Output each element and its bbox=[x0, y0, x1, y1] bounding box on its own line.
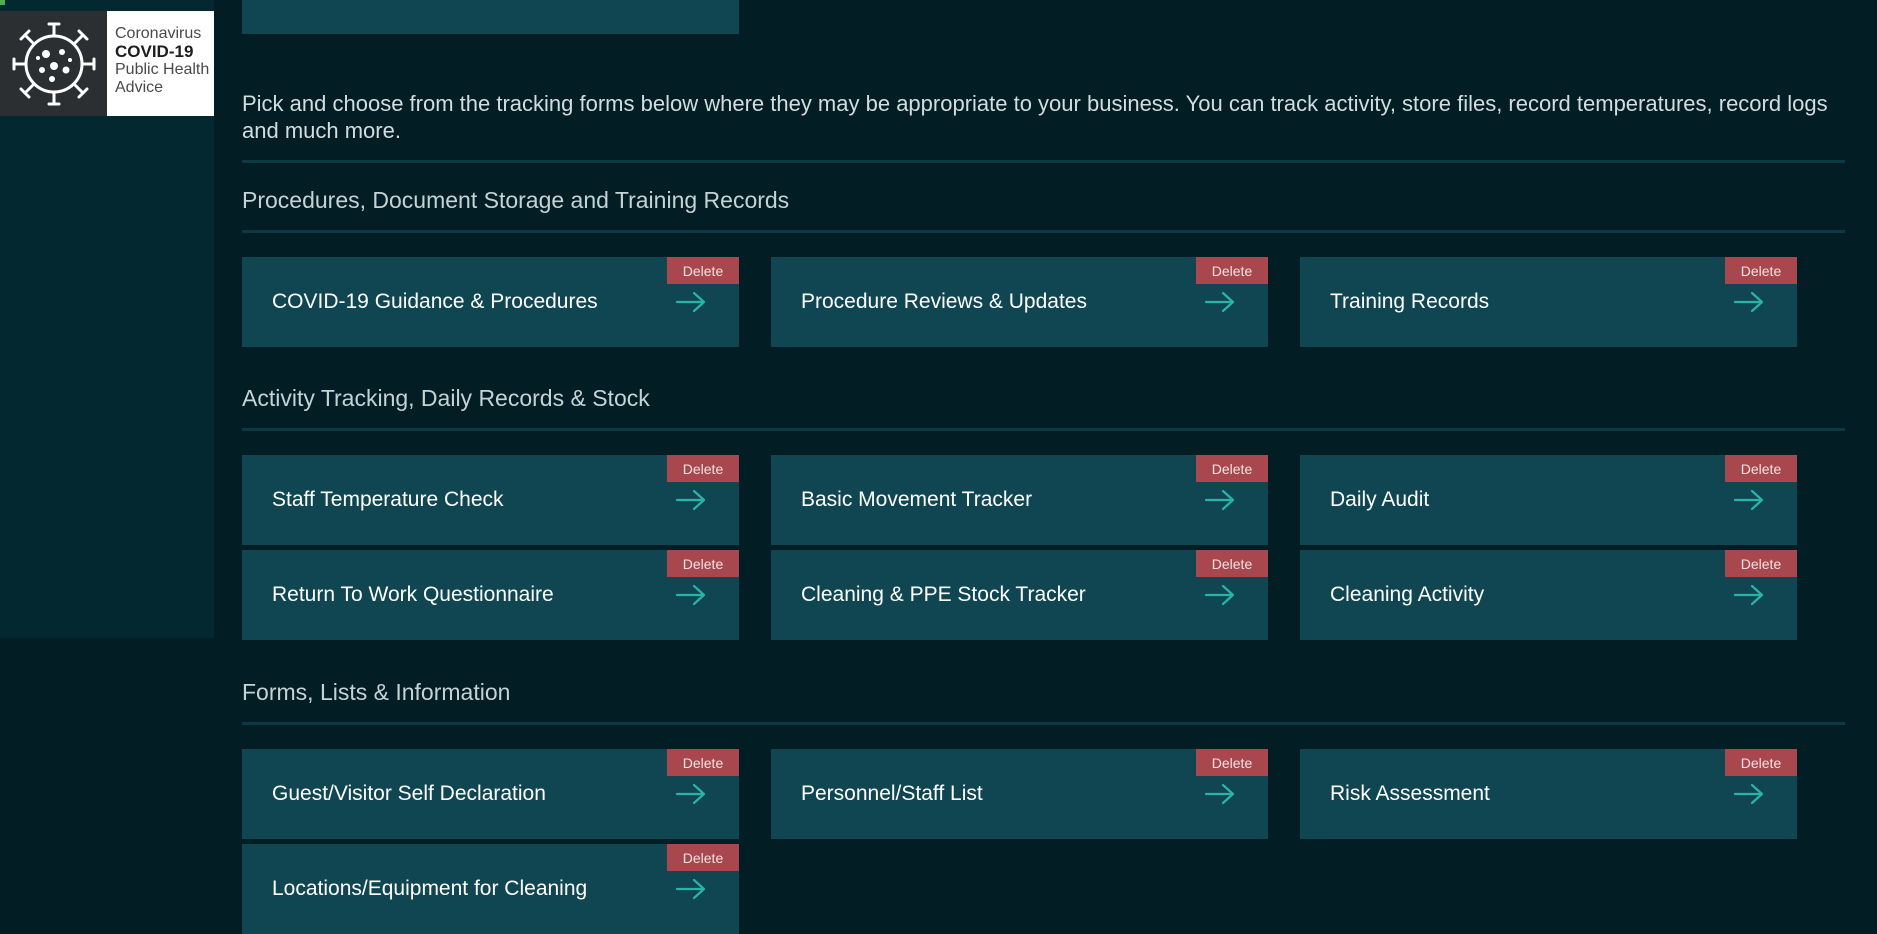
tracker-card-label: Staff Temperature Check bbox=[272, 488, 504, 511]
delete-button[interactable]: Delete bbox=[1196, 257, 1268, 284]
arrow-right-icon[interactable] bbox=[675, 290, 707, 314]
tracker-card[interactable]: Guest/Visitor Self Declaration Delete bbox=[242, 749, 739, 839]
delete-button[interactable]: Delete bbox=[1196, 455, 1268, 482]
tracker-card-label: Daily Audit bbox=[1330, 488, 1430, 511]
arrow-right-icon[interactable] bbox=[1733, 488, 1765, 512]
tracker-card-label: Training Records bbox=[1330, 290, 1490, 313]
tracker-card[interactable]: Return To Work Questionnaire Delete bbox=[242, 550, 739, 640]
arrow-right-icon[interactable] bbox=[1204, 290, 1236, 314]
tracker-card-label: Locations/Equipment for Cleaning bbox=[272, 877, 588, 900]
tracker-card[interactable]: Cleaning Activity Delete bbox=[1300, 550, 1797, 640]
tracker-card[interactable]: Training Records Delete bbox=[1300, 257, 1797, 347]
delete-button[interactable]: Delete bbox=[1196, 550, 1268, 577]
section-title-forms: Forms, Lists & Information bbox=[242, 679, 511, 705]
logo-line-covid: COVID-19 bbox=[115, 42, 194, 61]
delete-button[interactable]: Delete bbox=[667, 749, 739, 776]
logo-line-advice: Advice bbox=[115, 79, 164, 96]
tracker-card-label: Procedure Reviews & Updates bbox=[801, 290, 1087, 313]
arrow-right-icon[interactable] bbox=[675, 782, 707, 806]
logo-line-coronavirus: Coronavirus bbox=[115, 25, 202, 42]
delete-button[interactable]: Delete bbox=[1725, 749, 1797, 776]
arrow-right-icon[interactable] bbox=[1204, 782, 1236, 806]
virus-icon bbox=[0, 11, 107, 116]
delete-button[interactable]: Delete bbox=[1725, 550, 1797, 577]
divider bbox=[242, 428, 1845, 431]
tracker-card[interactable]: Personnel/Staff List Delete bbox=[771, 749, 1268, 839]
tracker-card-label: Risk Assessment bbox=[1330, 782, 1490, 805]
divider bbox=[242, 722, 1845, 725]
intro-text: Pick and choose from the tracking forms … bbox=[242, 91, 1828, 143]
tracker-card[interactable]: Daily Audit Delete bbox=[1300, 455, 1797, 545]
delete-button[interactable]: Delete bbox=[1725, 257, 1797, 284]
divider bbox=[242, 230, 1845, 233]
tracker-card[interactable]: Procedure Reviews & Updates Delete bbox=[771, 257, 1268, 347]
delete-button[interactable]: Delete bbox=[667, 844, 739, 871]
top-card-partial[interactable] bbox=[242, 0, 739, 34]
covid-advice-logo[interactable]: Coronavirus COVID-19 Public Health Advic… bbox=[0, 11, 214, 116]
section-title-activity: Activity Tracking, Daily Records & Stock bbox=[242, 385, 650, 411]
tracker-card-label: Guest/Visitor Self Declaration bbox=[272, 782, 546, 805]
tracker-card-label: Cleaning & PPE Stock Tracker bbox=[801, 583, 1086, 606]
delete-button[interactable]: Delete bbox=[1196, 749, 1268, 776]
tracker-card-label: Cleaning Activity bbox=[1330, 583, 1485, 606]
divider bbox=[242, 160, 1845, 163]
arrow-right-icon[interactable] bbox=[675, 488, 707, 512]
delete-button[interactable]: Delete bbox=[1725, 455, 1797, 482]
section-title-procedures: Procedures, Document Storage and Trainin… bbox=[242, 187, 790, 213]
tracker-card[interactable]: Risk Assessment Delete bbox=[1300, 749, 1797, 839]
delete-button[interactable]: Delete bbox=[667, 257, 739, 284]
tracker-card[interactable]: Staff Temperature Check Delete bbox=[242, 455, 739, 545]
logo-line-public-health: Public Health bbox=[115, 61, 210, 78]
tracker-card-label: COVID-19 Guidance & Procedures bbox=[272, 290, 598, 313]
tracker-card-label: Personnel/Staff List bbox=[801, 782, 983, 805]
delete-button[interactable]: Delete bbox=[667, 550, 739, 577]
tracker-card-label: Basic Movement Tracker bbox=[801, 488, 1033, 511]
corner-marker bbox=[0, 0, 5, 5]
logo-text: Coronavirus COVID-19 Public Health Advic… bbox=[107, 11, 214, 116]
tracker-card-label: Return To Work Questionnaire bbox=[272, 583, 554, 606]
arrow-right-icon[interactable] bbox=[1204, 488, 1236, 512]
tracker-card[interactable]: Cleaning & PPE Stock Tracker Delete bbox=[771, 550, 1268, 640]
arrow-right-icon[interactable] bbox=[675, 877, 707, 901]
arrow-right-icon[interactable] bbox=[675, 583, 707, 607]
tracker-card[interactable]: COVID-19 Guidance & Procedures Delete bbox=[242, 257, 739, 347]
arrow-right-icon[interactable] bbox=[1733, 782, 1765, 806]
arrow-right-icon[interactable] bbox=[1204, 583, 1236, 607]
arrow-right-icon[interactable] bbox=[1733, 583, 1765, 607]
delete-button[interactable]: Delete bbox=[667, 455, 739, 482]
tracker-card[interactable]: Locations/Equipment for Cleaning Delete bbox=[242, 844, 739, 934]
arrow-right-icon[interactable] bbox=[1733, 290, 1765, 314]
tracker-card[interactable]: Basic Movement Tracker Delete bbox=[771, 455, 1268, 545]
